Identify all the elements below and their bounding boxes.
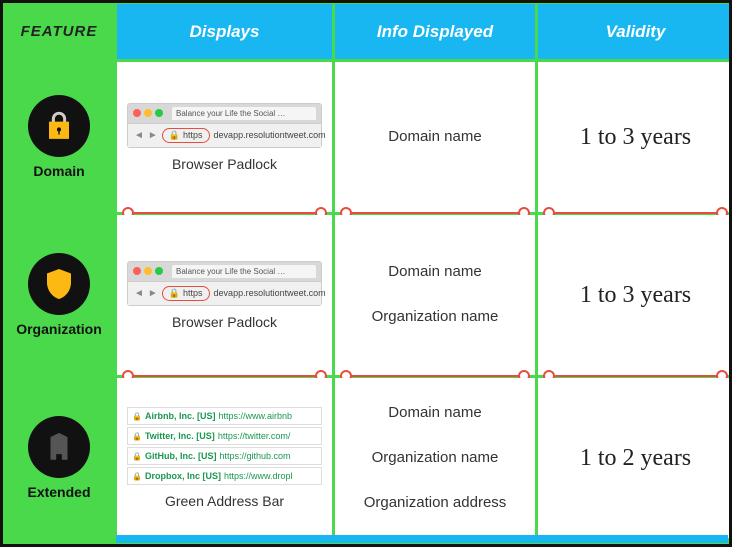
proto: https <box>183 130 203 140</box>
browser-mockup: Balance your Life the Social … ◄ ► 🔒 htt… <box>127 103 322 148</box>
green-item: 🔒Twitter, Inc. [US] https://twitter.com/ <box>127 427 322 445</box>
close-dot-icon <box>133 267 141 275</box>
display-domain: Balance your Life the Social … ◄ ► 🔒 htt… <box>117 62 332 212</box>
info-domain: Domain name <box>335 62 535 212</box>
lock-icon: 🔒 <box>132 412 142 421</box>
feature-label: Domain <box>33 163 84 179</box>
browser-tab: Balance your Life the Social … <box>172 265 316 278</box>
validity-extended: 1 to 2 years <box>538 378 732 538</box>
bottom-accent-bar <box>116 535 728 543</box>
url-host: devapp.resolutiontweet.com <box>214 130 326 140</box>
lock-icon: 🔒 <box>169 130 180 141</box>
url-host: devapp.resolutiontweet.com <box>214 288 326 298</box>
back-icon: ◄ <box>134 288 144 299</box>
forward-icon: ► <box>148 130 158 141</box>
info-line: Domain name <box>388 126 481 149</box>
url-highlight: 🔒 https <box>162 128 210 143</box>
display-caption: Browser Padlock <box>172 314 277 330</box>
display-caption: Browser Padlock <box>172 156 277 172</box>
min-dot-icon <box>144 267 152 275</box>
header-info: Info Displayed <box>335 4 535 59</box>
header-feature: FEATURE <box>4 4 114 59</box>
row-divider <box>548 212 723 214</box>
row-divider <box>345 375 525 377</box>
row-divider <box>548 375 723 377</box>
proto: https <box>183 288 203 298</box>
forward-icon: ► <box>148 288 158 299</box>
validity-text: 1 to 2 years <box>580 444 691 473</box>
green-address-list: 🔒Airbnb, Inc. [US] https://www.airbnb 🔒T… <box>127 407 322 485</box>
display-extended: 🔒Airbnb, Inc. [US] https://www.airbnb 🔒T… <box>117 378 332 538</box>
max-dot-icon <box>155 109 163 117</box>
display-caption: Green Address Bar <box>165 493 284 509</box>
browser-tab: Balance your Life the Social … <box>172 107 316 120</box>
green-item: 🔒Dropbox, Inc [US] https://www.dropl <box>127 467 322 485</box>
validity-domain: 1 to 3 years <box>538 62 732 212</box>
max-dot-icon <box>155 267 163 275</box>
feature-extended: Extended <box>4 378 114 538</box>
row-divider <box>345 212 525 214</box>
display-organization: Balance your Life the Social … ◄ ► 🔒 htt… <box>117 215 332 375</box>
info-line: Domain name <box>388 261 481 284</box>
comparison-table: FEATURE Displays Info Displayed Validity… <box>0 0 732 547</box>
lock-icon: 🔒 <box>132 472 142 481</box>
header-validity: Validity <box>538 4 732 59</box>
feature-domain: Domain <box>4 62 114 212</box>
green-item: 🔒Airbnb, Inc. [US] https://www.airbnb <box>127 407 322 425</box>
validity-text: 1 to 3 years <box>580 281 691 310</box>
info-line: Organization name <box>372 447 499 470</box>
close-dot-icon <box>133 109 141 117</box>
lock-icon: 🔒 <box>169 288 180 299</box>
feature-organization: Organization <box>4 215 114 375</box>
info-line: Organization address <box>364 492 507 515</box>
back-icon: ◄ <box>134 130 144 141</box>
validity-text: 1 to 3 years <box>580 123 691 152</box>
info-organization: Domain name Organization name <box>335 215 535 375</box>
url-highlight: 🔒 https <box>162 286 210 301</box>
lock-icon: 🔒 <box>132 452 142 461</box>
feature-label: Organization <box>16 321 102 337</box>
lock-icon: 🔒 <box>132 432 142 441</box>
building-icon <box>28 416 90 478</box>
validity-organization: 1 to 3 years <box>538 215 732 375</box>
info-line: Domain name <box>388 402 481 425</box>
row-divider <box>127 212 322 214</box>
info-line: Organization name <box>372 306 499 329</box>
row-divider <box>127 375 322 377</box>
feature-label: Extended <box>27 484 90 500</box>
header-displays: Displays <box>117 4 332 59</box>
min-dot-icon <box>144 109 152 117</box>
browser-mockup: Balance your Life the Social … ◄ ► 🔒 htt… <box>127 261 322 306</box>
padlock-icon <box>28 95 90 157</box>
shield-icon <box>28 253 90 315</box>
info-extended: Domain name Organization name Organizati… <box>335 378 535 538</box>
green-item: 🔒GitHub, Inc. [US] https://github.com <box>127 447 322 465</box>
